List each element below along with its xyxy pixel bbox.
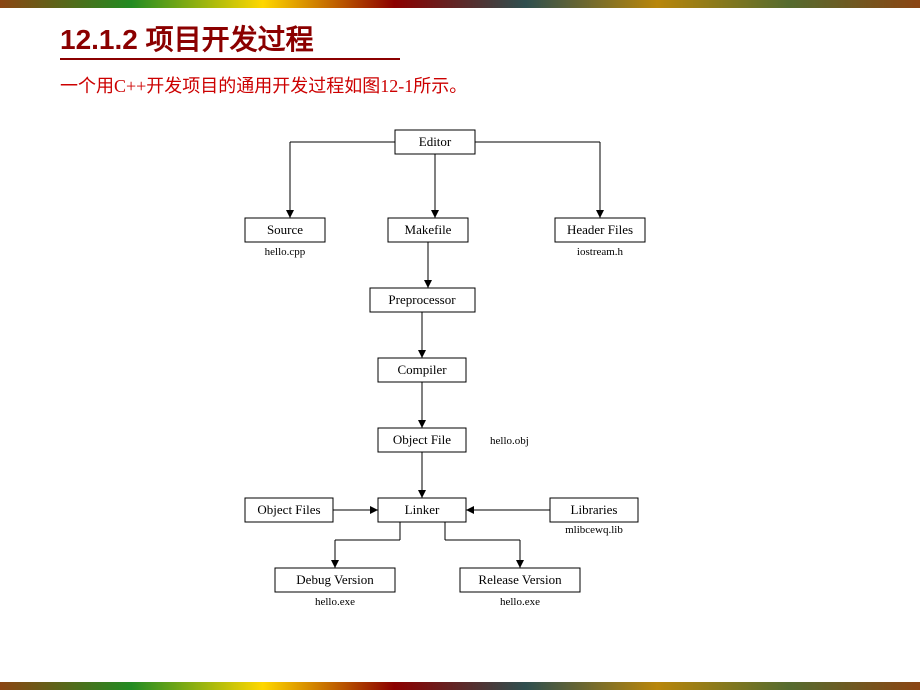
- release-version-label: Release Version: [478, 572, 562, 587]
- object-files-label: Object Files: [257, 502, 320, 517]
- hello-exe-release-label: hello.exe: [500, 596, 540, 608]
- iostream-h-label: iostream.h: [577, 246, 624, 258]
- bottom-decorative-bar: [0, 682, 920, 690]
- top-decorative-bar: [0, 0, 920, 8]
- flowchart-diagram: Editor Source hello.cpp Makefile Header …: [60, 110, 860, 670]
- linker-label: Linker: [405, 502, 440, 517]
- hello-obj-label: hello.obj: [490, 435, 529, 447]
- page-title: 12.1.2 项目开发过程: [60, 18, 314, 58]
- source-label: Source: [267, 222, 303, 237]
- editor-label: Editor: [419, 134, 452, 149]
- subtitle-text: 一个用C++开发项目的通用开发过程如图12-1所示。: [60, 72, 467, 98]
- compiler-label: Compiler: [397, 362, 447, 377]
- header-files-label: Header Files: [567, 222, 633, 237]
- object-file-label: Object File: [393, 432, 451, 447]
- preprocessor-label: Preprocessor: [388, 292, 456, 307]
- libraries-label: Libraries: [571, 502, 618, 517]
- title-underline: [60, 58, 400, 60]
- makefile-label: Makefile: [405, 222, 452, 237]
- mlibcewq-label: mlibcewq.lib: [565, 524, 623, 536]
- hello-cpp-label: hello.cpp: [265, 246, 306, 258]
- debug-version-label: Debug Version: [296, 572, 374, 587]
- page-container: 12.1.2 项目开发过程 一个用C++开发项目的通用开发过程如图12-1所示。…: [0, 0, 920, 690]
- hello-exe-debug-label: hello.exe: [315, 596, 355, 608]
